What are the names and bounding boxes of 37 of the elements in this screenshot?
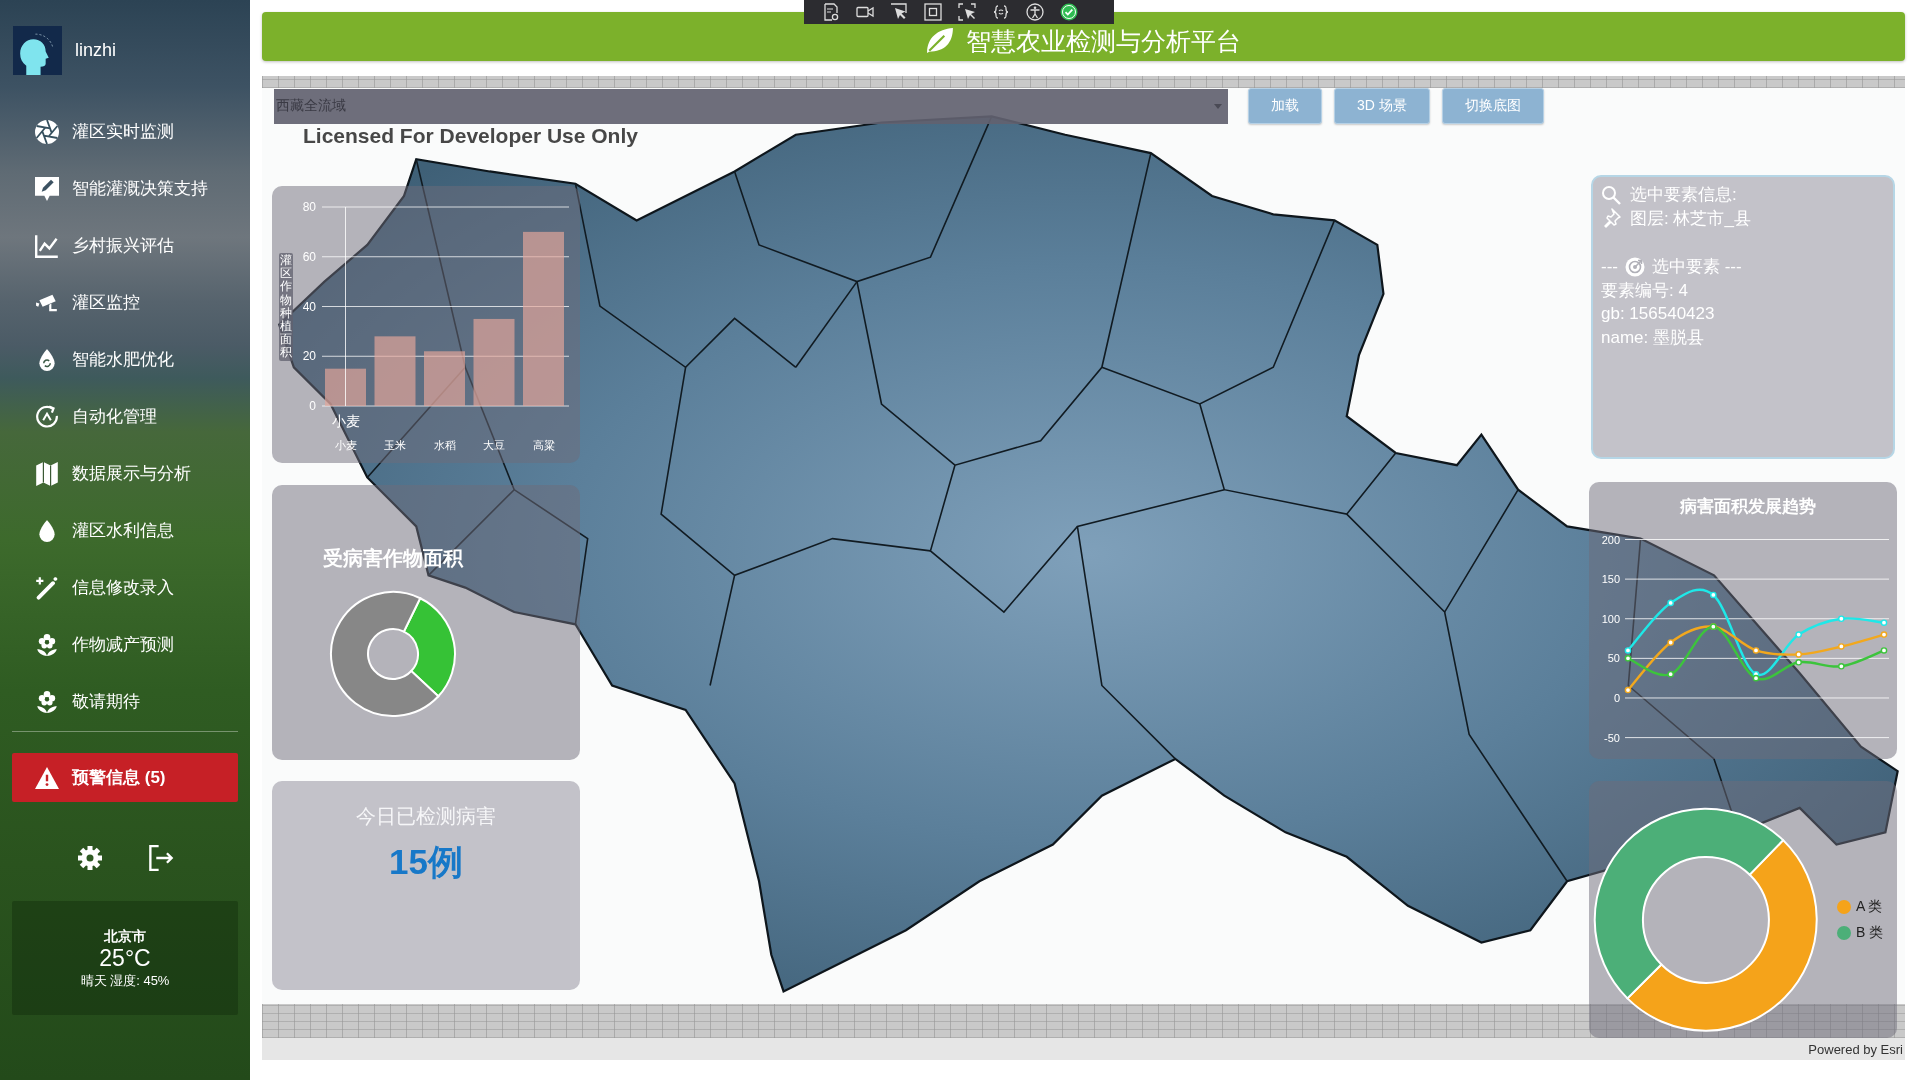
legend-label: B 类 xyxy=(1856,924,1884,942)
axis-tick-label: 200 xyxy=(1601,533,1620,546)
axis-tick-label: 0 xyxy=(309,399,316,413)
map-attribution: Powered by Esri xyxy=(1808,1041,1903,1057)
info-field: name: 墨脱县 xyxy=(1601,325,1885,349)
section-title: 选中要素 --- xyxy=(1652,256,1742,278)
weather-description: 晴天 湿度: 45% xyxy=(80,971,170,989)
axis-tick-label: 20 xyxy=(302,349,316,364)
axis-title: 灌区作物种植面积 xyxy=(279,253,293,361)
app-title: 智慧农业检测与分析平台 xyxy=(966,25,1241,56)
axis-tick-label: 0 xyxy=(1613,692,1620,704)
axis-tick-label: 150 xyxy=(1601,573,1620,586)
axis-tick-label: -50 xyxy=(1604,731,1620,744)
legend-label: A 类 xyxy=(1856,898,1883,916)
user-name: linzhi xyxy=(75,40,117,61)
info-field: gb: 156540423 xyxy=(1601,302,1885,326)
axis-tick-label: 50 xyxy=(1607,652,1620,665)
weather-city: 北京市 xyxy=(104,927,146,945)
category-label: 高粱 xyxy=(532,439,555,451)
license-notice: Licensed For Developer Use Only xyxy=(303,124,638,148)
axis-tick-label: 100 xyxy=(1601,612,1620,625)
category-label: 小麦 xyxy=(334,439,357,451)
axis-tick-label: 80 xyxy=(302,200,316,214)
category-label: 水稻 xyxy=(433,439,456,451)
category-label: 玉米 xyxy=(384,439,406,451)
chart-title: 受病害作物面积 xyxy=(323,546,463,571)
axis-tick-label: 40 xyxy=(302,299,316,314)
chart-title: 病害面积发展趋势 xyxy=(1680,497,1816,516)
stat-value: 15例 xyxy=(389,841,463,883)
axis-tick-label: 60 xyxy=(302,249,316,264)
pointer-label: 小麦 xyxy=(331,413,360,429)
info-heading: 选中要素信息: xyxy=(1630,184,1737,206)
section-dashes: --- xyxy=(1601,256,1618,278)
category-label: 大豆 xyxy=(483,439,505,451)
weather-temperature: 25°C xyxy=(99,944,151,972)
layer-label: 图层: 林芝市_县 xyxy=(1630,207,1751,230)
info-field: 要素编号: 4 xyxy=(1601,278,1885,302)
